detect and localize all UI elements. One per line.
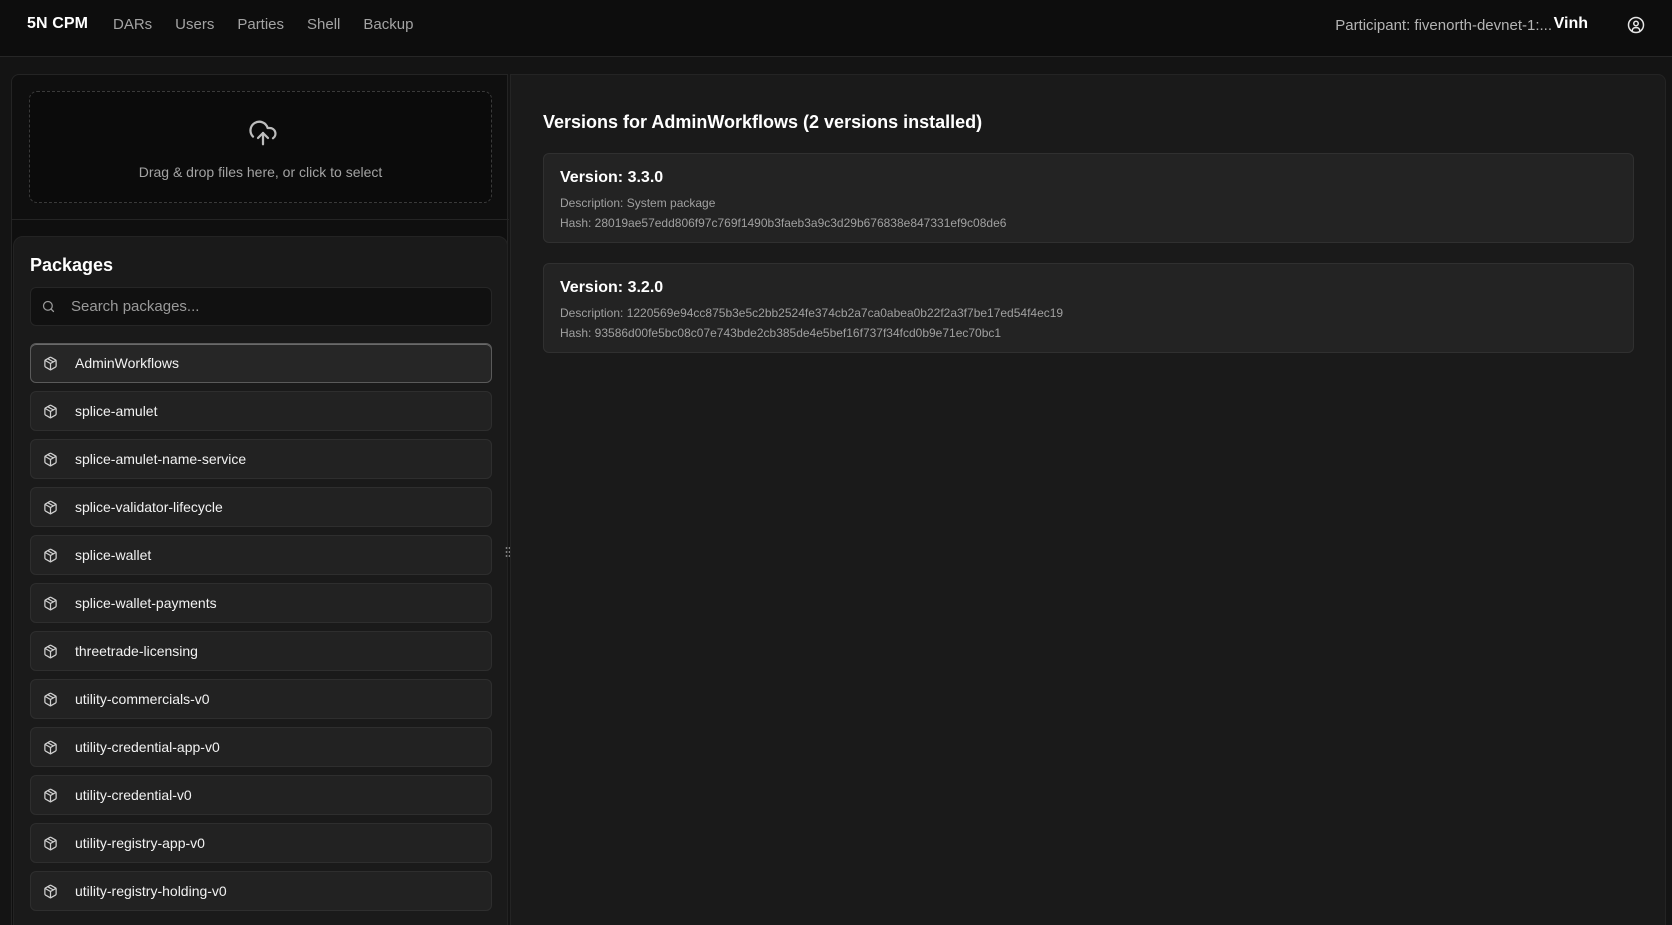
versions-title: Versions for AdminWorkflows (2 versions … <box>543 112 983 132</box>
divider <box>12 219 509 220</box>
package-label: splice-amulet-name-service <box>75 451 247 467</box>
package-icon <box>44 452 57 467</box>
package-label: utility-commercials-v0 <box>75 691 210 707</box>
nav-item-users[interactable]: Users <box>175 16 214 33</box>
version-hash: Hash: 28019ae57edd806f97c769f1490b3faeb3… <box>560 216 1007 230</box>
version-description: Description: System package <box>560 196 716 210</box>
versions-panel: Versions for AdminWorkflows (2 versions … <box>510 74 1666 925</box>
packages-title: Packages <box>30 255 114 275</box>
username-label: Vinh <box>1553 15 1588 32</box>
search-input[interactable] <box>71 288 481 325</box>
package-label: utility-registry-holding-v0 <box>75 883 227 899</box>
package-icon <box>44 740 57 755</box>
package-label: utility-credential-app-v0 <box>75 739 220 755</box>
package-item[interactable]: splice-validator-lifecycle <box>30 487 492 527</box>
package-item[interactable]: utility-credential-app-v0 <box>30 727 492 767</box>
package-icon <box>44 596 57 611</box>
package-item[interactable]: splice-wallet <box>30 535 492 575</box>
package-label: threetrade-licensing <box>75 643 198 659</box>
version-title: Version: 3.2.0 <box>560 279 664 296</box>
package-icon <box>44 644 57 659</box>
package-item[interactable]: splice-amulet <box>30 391 492 431</box>
cloud-upload-icon <box>249 120 277 146</box>
nav-item-shell[interactable]: Shell <box>307 16 340 33</box>
package-list: AdminWorkflows splice-amulet splice-amul… <box>30 343 492 919</box>
top-navbar: 5N CPM DARs Users Parties Shell Backup P… <box>0 0 1672 57</box>
version-title: Version: 3.3.0 <box>560 169 664 186</box>
version-card: Version: 3.3.0 Description: System packa… <box>543 153 1634 243</box>
version-hash: Hash: 93586d00fe5bc08c07e743bde2cb385de4… <box>560 326 1002 340</box>
package-icon <box>44 836 57 851</box>
nav-item-backup[interactable]: Backup <box>363 16 413 33</box>
package-item[interactable]: splice-wallet-payments <box>30 583 492 623</box>
user-circle-icon[interactable] <box>1627 16 1645 34</box>
package-icon <box>44 500 57 515</box>
package-icon <box>44 356 57 371</box>
package-item[interactable]: splice-amulet-name-service <box>30 439 492 479</box>
left-panel: Drag & drop files here, or click to sele… <box>11 74 509 925</box>
nav-item-dars[interactable]: DARs <box>113 16 152 33</box>
package-label: splice-validator-lifecycle <box>75 499 223 515</box>
brand-logo[interactable]: 5N CPM <box>27 15 88 33</box>
package-icon <box>44 884 57 899</box>
version-description: Description: 1220569e94cc875b3e5c2bb2524… <box>560 306 1064 320</box>
package-item[interactable]: utility-credential-v0 <box>30 775 492 815</box>
dropzone-text: Drag & drop files here, or click to sele… <box>138 164 383 180</box>
package-label: utility-registry-app-v0 <box>75 835 205 851</box>
participant-selector[interactable]: Participant: fivenorth-devnet-1:... <box>1335 17 1552 34</box>
main-nav: DARs Users Parties Shell Backup <box>113 16 436 33</box>
package-icon <box>44 692 57 707</box>
package-label: splice-amulet <box>75 403 158 419</box>
package-item[interactable]: AdminWorkflows <box>30 343 492 383</box>
package-icon <box>44 548 57 563</box>
version-card: Version: 3.2.0 Description: 1220569e94cc… <box>543 263 1634 353</box>
search-box <box>30 287 492 326</box>
package-icon <box>44 404 57 419</box>
package-label: splice-wallet <box>75 547 152 563</box>
package-item[interactable]: utility-registry-holding-v0 <box>30 871 492 911</box>
package-label: AdminWorkflows <box>75 355 179 371</box>
package-label: splice-wallet-payments <box>75 595 217 611</box>
package-item[interactable]: utility-registry-app-v0 <box>30 823 492 863</box>
packages-card: Packages AdminWorkflows splice-amulet sp… <box>13 236 508 925</box>
package-icon <box>44 788 57 803</box>
file-dropzone[interactable]: Drag & drop files here, or click to sele… <box>29 91 492 203</box>
search-icon <box>42 300 55 313</box>
package-item[interactable]: threetrade-licensing <box>30 631 492 671</box>
package-label: utility-credential-v0 <box>75 787 192 803</box>
package-item[interactable]: utility-commercials-v0 <box>30 679 492 719</box>
nav-item-parties[interactable]: Parties <box>237 16 284 33</box>
